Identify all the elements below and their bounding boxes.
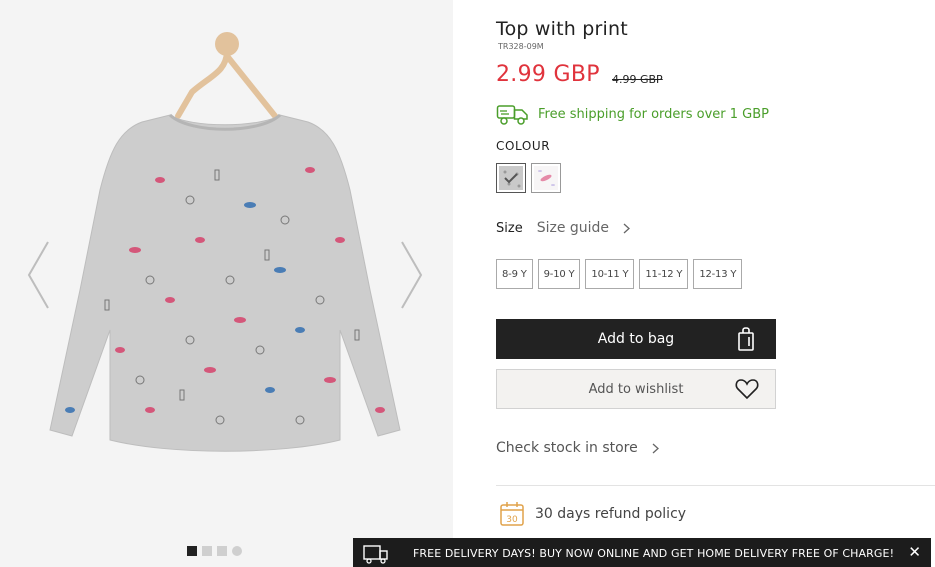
- refund-text: 30 days refund policy: [535, 506, 687, 522]
- chevron-right-icon: [623, 223, 631, 233]
- add-to-wishlist-button[interactable]: Add to wishlist: [496, 369, 776, 409]
- colour-swatch-white[interactable]: [531, 163, 561, 193]
- refund-policy: 30 30 days refund policy: [499, 501, 686, 527]
- size-row: Size Size guide: [496, 220, 631, 236]
- shipping-info: Free shipping for orders over 1 GBP: [496, 102, 769, 126]
- chevron-right-icon[interactable]: [398, 240, 424, 310]
- add-to-bag-button[interactable]: Add to bag: [496, 319, 776, 359]
- heart-icon: [735, 379, 759, 400]
- product-gallery: [0, 0, 453, 567]
- gallery-dot[interactable]: [232, 546, 242, 556]
- product-sku: TR328-09M: [498, 42, 544, 51]
- banner-text: FREE DELIVERY DAYS! BUY NOW ONLINE AND G…: [413, 547, 895, 560]
- gallery-pagination: [187, 546, 242, 556]
- colour-label: COLOUR: [496, 139, 551, 153]
- add-to-bag-label: Add to bag: [597, 331, 675, 347]
- gallery-dot[interactable]: [202, 546, 212, 556]
- size-option[interactable]: 10-11 Y: [585, 259, 635, 289]
- size-option[interactable]: 8-9 Y: [496, 259, 533, 289]
- size-guide-label: Size guide: [536, 220, 610, 236]
- shopping-bag-icon: [738, 327, 754, 351]
- size-option[interactable]: 11-12 Y: [639, 259, 689, 289]
- size-options: 8-9 Y 9-10 Y 10-11 Y 11-12 Y 12-13 Y: [496, 259, 743, 289]
- check-stock-link[interactable]: Check stock in store: [496, 440, 659, 456]
- chevron-right-icon: [652, 443, 659, 453]
- shipping-text: Free shipping for orders over 1 GBP: [538, 106, 770, 122]
- delivery-banner: FREE DELIVERY DAYS! BUY NOW ONLINE AND G…: [353, 538, 931, 567]
- calendar-number: 30: [506, 515, 518, 525]
- size-option[interactable]: 12-13 Y: [693, 259, 743, 289]
- size-label: Size: [496, 220, 523, 236]
- size-guide-link[interactable]: Size guide: [536, 220, 631, 236]
- divider: [496, 485, 935, 486]
- product-old-price: 4.99 GBP: [612, 73, 663, 86]
- size-option[interactable]: 9-10 Y: [537, 259, 581, 289]
- gallery-dot[interactable]: [187, 546, 197, 556]
- calendar-icon: 30: [500, 502, 524, 526]
- check-stock-label: Check stock in store: [496, 440, 638, 456]
- product-price: 2.99 GBP: [496, 62, 600, 87]
- close-icon[interactable]: ✕: [908, 543, 921, 561]
- colour-swatches: [496, 163, 561, 193]
- product-image[interactable]: [40, 30, 410, 470]
- colour-swatch-grey[interactable]: [496, 163, 526, 193]
- product-title: Top with print: [496, 18, 628, 40]
- gallery-dot[interactable]: [217, 546, 227, 556]
- add-to-wishlist-label: Add to wishlist: [588, 381, 684, 397]
- truck-icon: [496, 105, 528, 125]
- delivery-box-icon: [363, 545, 388, 564]
